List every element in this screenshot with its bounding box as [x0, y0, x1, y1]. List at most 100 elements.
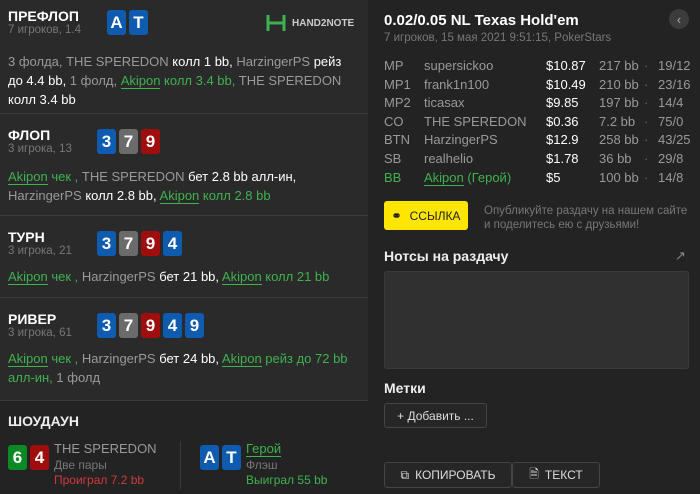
action-text: колл 3.4 bb [8, 92, 76, 107]
hero-link[interactable]: Akipon [159, 188, 200, 204]
player-stack-bb: 258 bb [599, 132, 639, 148]
hero-link[interactable]: Akipon [221, 269, 262, 285]
separator: · [644, 113, 649, 129]
action-text: колл 3.4 bb, [160, 73, 239, 88]
showdown-result: Проиграл 7.2 bb [54, 473, 145, 487]
link-icon: ⚭ [391, 208, 402, 223]
player-name[interactable]: Akipon (Герой) [424, 169, 546, 188]
action-text: HarzingerPS [81, 351, 156, 366]
player-name[interactable]: THE SPEREDON [424, 113, 546, 132]
street-subtitle: 7 игроков, 1.4 [8, 24, 82, 36]
board-cards: 379 [97, 129, 160, 154]
player-vpip-pfr: 43/25 [658, 132, 691, 148]
chevron-left-icon: ‹ [676, 11, 682, 27]
action-text: 3 фолда, [8, 54, 67, 69]
player-position: BB [384, 169, 402, 185]
action-text: бет 24 bb, [155, 351, 222, 366]
hand-title: 0.02/0.05 NL Texas Hold'em [384, 12, 579, 29]
player-stack-bb: 7.2 bb [599, 113, 636, 129]
copy-icon: ⧉ [400, 467, 410, 482]
action-text: THE SPEREDON [66, 54, 169, 69]
showdown-title: ШОУДАУН [8, 413, 79, 429]
action-text: чек , [47, 351, 82, 366]
player-name[interactable]: HarzingerPS [424, 131, 546, 150]
player-name[interactable]: ticasax [424, 94, 546, 113]
copy-button[interactable]: ⧉ КОПИРОВАТЬ [384, 462, 512, 488]
street-2: ТУРН 3 игрока, 21 3 7 9 4 Akipon чек , Harzing… [0, 216, 368, 298]
add-tag-button[interactable]: + Добавить ... [384, 403, 487, 428]
action-text: 1 фолд [56, 370, 101, 385]
player-stack-bb: 36 bb [599, 150, 632, 166]
player-name[interactable]: frank1n100 [424, 76, 546, 95]
hand-history-panel: HAND2NOTE ПРЕФЛОП 7 игроков, 1.4 A T 3 фолда… [0, 0, 368, 494]
external-link-icon[interactable]: ↗ [675, 248, 686, 264]
separator: · [644, 58, 649, 73]
showdown-player-name[interactable]: Герой [246, 441, 282, 457]
separator: · [644, 76, 649, 92]
link-button[interactable]: ⚭ ССЫЛКА [384, 201, 468, 230]
back-button[interactable]: ‹ [669, 9, 689, 29]
player-row: BTN HarzingerPS $12.9 258 bb · 43/25 [384, 131, 698, 150]
card: 4 [163, 313, 182, 338]
card: 4 [163, 231, 182, 256]
card: A [200, 445, 219, 470]
card: 9 [185, 313, 204, 338]
card: 9 [141, 129, 160, 154]
player-vpip-pfr: 29/8 [658, 150, 684, 166]
card: 4 [30, 445, 49, 470]
card: 3 [97, 129, 116, 154]
action-text: 1 фолд, [69, 73, 121, 88]
showdown-hand: Две пары [54, 458, 107, 472]
street-title: ПРЕФЛОП [8, 8, 79, 24]
player-stack: $5 [546, 169, 561, 185]
showdown-hand: Флэш [246, 458, 278, 472]
hand-subtitle: 7 игроков, 15 мая 2021 9:51:15, PokerSta… [384, 32, 612, 44]
player-position: MP [384, 58, 404, 73]
notes-title: Нотсы на раздачу [384, 248, 509, 264]
separator: · [644, 169, 649, 185]
player-position: CO [384, 113, 404, 129]
card: A [107, 10, 126, 35]
street-0: ПРЕФЛОП 7 игроков, 1.4 A T 3 фолда, THE SPER… [0, 0, 368, 114]
card: 3 [97, 313, 116, 338]
street-title: РИВЕР [8, 311, 57, 327]
street-3: РИВЕР 3 игрока, 61 3 7 9 4 9 Akipon чек , Harzi… [0, 298, 368, 401]
player-name[interactable]: realhelio [424, 150, 546, 169]
player-row: BB Akipon (Герой) $5 100 bb · 14/8 [384, 169, 698, 188]
hero-link[interactable]: Akipon [8, 269, 48, 285]
street-actions: Akipon чек , HarzingerPS бет 21 bb, Akip… [8, 267, 358, 286]
street-1: ФЛОП 3 игрока, 13 3 7 9 Akipon чек , THE SPER… [0, 114, 368, 216]
player-stack-bb: 217 bb [599, 58, 639, 73]
card: 7 [119, 129, 138, 154]
street-subtitle: 3 игрока, 21 [8, 245, 72, 257]
player-name[interactable]: supersickoo [424, 57, 546, 76]
player-stack-bb: 210 bb [599, 76, 639, 92]
hero-link[interactable]: Akipon [8, 169, 48, 185]
card: 9 [141, 313, 160, 338]
street-actions: Akipon чек , THE SPEREDON бет 2.8 bb алл… [8, 167, 358, 205]
board-cards: AT [200, 445, 241, 470]
street-actions: 3 фолда, THE SPEREDON колл 1 bb, Harzing… [8, 52, 358, 109]
notes-textarea[interactable] [384, 271, 689, 369]
player-row: MP1 frank1n100 $10.49 210 bb · 23/16 [384, 76, 698, 95]
player-stack-bb: 100 bb [599, 169, 639, 185]
hero-link[interactable]: Akipon [221, 351, 262, 367]
hero-link[interactable]: Akipon [8, 351, 48, 367]
text-button[interactable]: 🗎 ТЕКСТ [512, 462, 600, 488]
action-text: колл 21 bb [261, 269, 330, 284]
action-text: HarzingerPS [81, 269, 156, 284]
player-row: MP supersickoo $10.87 217 bb · 19/12 [384, 57, 698, 76]
board-cards: AT [107, 10, 148, 35]
action-text: чек , [47, 169, 82, 184]
card: T [129, 10, 148, 35]
player-vpip-pfr: 23/16 [658, 76, 691, 92]
player-row: CO THE SPEREDON $0.36 7.2 bb · 75/0 [384, 113, 698, 132]
player-stack: $12.9 [546, 132, 579, 148]
hero-link[interactable]: Akipon [120, 73, 161, 89]
player-row: SB realhelio $1.78 36 bb · 29/8 [384, 150, 698, 169]
player-vpip-pfr: 19/12 [658, 58, 691, 73]
card: T [222, 445, 241, 470]
player-stack: $10.49 [546, 76, 586, 92]
document-icon: 🗎 [529, 466, 539, 481]
player-position: SB [384, 150, 402, 166]
